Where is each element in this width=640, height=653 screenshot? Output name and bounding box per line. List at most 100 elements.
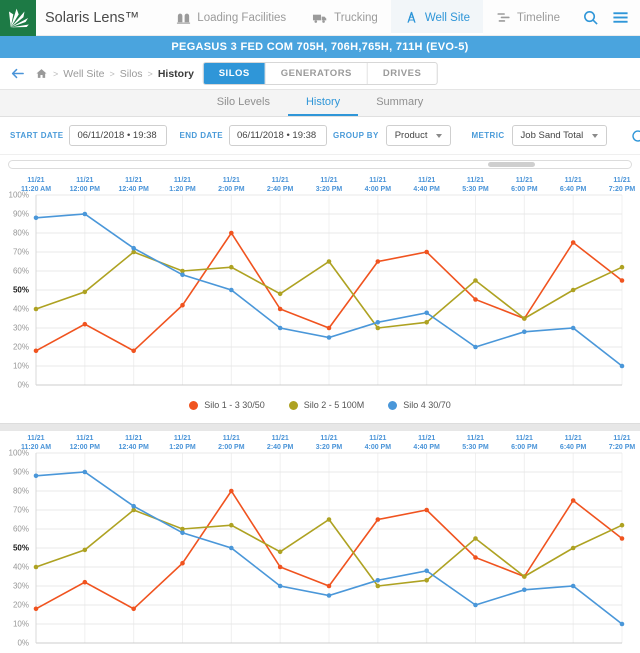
search-icon — [583, 11, 598, 25]
silo-history-chart-card: 11/21 11:20 AM 11/21 12:00 PM 11/21 12:40 PM 1… — [0, 173, 640, 423]
svg-text:11/21: 11/21 — [516, 177, 533, 184]
svg-text:3:20 PM: 3:20 PM — [316, 444, 343, 451]
breadcrumb-item-well-site[interactable]: Well Site — [63, 68, 104, 80]
metric-label: METRIC — [471, 131, 505, 140]
start-date-input[interactable] — [69, 125, 168, 146]
svg-text:11/21: 11/21 — [565, 435, 582, 442]
legend-dot — [288, 400, 298, 410]
refresh-icon — [632, 129, 640, 142]
svg-text:11/21: 11/21 — [125, 177, 142, 184]
section-tabs: SILOS GENERATORS DRIVES — [202, 62, 438, 85]
loading-facilities-icon — [177, 13, 191, 24]
tab-silos[interactable]: SILOS — [203, 63, 265, 84]
app-title: Solaris Lens™ — [45, 9, 140, 26]
svg-text:6:40 PM: 6:40 PM — [560, 444, 587, 451]
scrollbar-thumb[interactable] — [487, 161, 535, 167]
tab-generators[interactable]: GENERATORS — [264, 63, 367, 84]
breadcrumb-separator: > — [109, 68, 115, 79]
silos-subtabs: Silo Levels History Summary — [0, 90, 640, 117]
svg-text:40%: 40% — [13, 305, 29, 314]
subtab-history[interactable]: History — [287, 90, 359, 116]
filter-right-group: GROUP BY Product METRIC Job Sand Total — [333, 125, 640, 147]
svg-text:2:00 PM: 2:00 PM — [218, 444, 245, 451]
group-by-value: Product — [394, 130, 428, 141]
well-site-icon — [407, 11, 416, 23]
hamburger-menu-icon — [612, 12, 628, 23]
svg-text:11/21: 11/21 — [565, 177, 582, 184]
group-by-label: GROUP BY — [332, 131, 379, 140]
svg-text:11/21: 11/21 — [174, 435, 191, 442]
svg-text:11/21: 11/21 — [272, 435, 289, 442]
svg-text:11/21: 11/21 — [320, 177, 337, 184]
breadcrumb-item-silos[interactable]: Silos — [120, 68, 143, 80]
nav-loading-facilities[interactable]: Loading Facilities — [163, 0, 299, 35]
svg-text:60%: 60% — [13, 525, 29, 534]
legend-item[interactable]: Silo 4 30/70 — [388, 400, 451, 410]
nav-timeline[interactable]: Timeline — [483, 0, 573, 35]
svg-text:11/21: 11/21 — [613, 435, 630, 442]
svg-text:6:00 PM: 6:00 PM — [511, 186, 538, 193]
legend-label: Silo 4 30/70 — [403, 400, 451, 410]
svg-text:11/21: 11/21 — [369, 177, 386, 184]
svg-text:11/21: 11/21 — [76, 177, 93, 184]
svg-text:11/21: 11/21 — [27, 435, 44, 442]
svg-text:1:20 PM: 1:20 PM — [169, 444, 196, 451]
svg-text:11/21: 11/21 — [613, 177, 630, 184]
metric-select[interactable]: Job Sand Total — [511, 125, 608, 146]
end-date-input[interactable] — [228, 125, 327, 146]
svg-text:60%: 60% — [13, 267, 29, 276]
trucking-icon — [313, 14, 327, 23]
refresh-button[interactable] — [627, 125, 640, 147]
tab-drives[interactable]: DRIVES — [366, 63, 436, 84]
svg-text:11/21: 11/21 — [467, 177, 484, 184]
menu-button[interactable] — [606, 4, 634, 32]
svg-text:70%: 70% — [13, 506, 29, 515]
svg-text:12:40 PM: 12:40 PM — [118, 444, 149, 451]
breadcrumb: > Well Site > Silos > History — [35, 67, 194, 80]
svg-text:12:00 PM: 12:00 PM — [70, 186, 101, 193]
svg-text:70%: 70% — [13, 248, 29, 257]
agave-logo-icon — [8, 8, 29, 27]
app-logo[interactable] — [0, 0, 36, 36]
subtab-silo-levels[interactable]: Silo Levels — [199, 90, 288, 116]
svg-text:20%: 20% — [13, 343, 29, 352]
header-actions — [576, 4, 640, 32]
horizontal-scrollbar[interactable] — [8, 159, 632, 169]
breadcrumb-item-history: History — [157, 67, 194, 80]
svg-text:11/21: 11/21 — [516, 435, 533, 442]
search-button[interactable] — [576, 4, 604, 32]
svg-text:12:40 PM: 12:40 PM — [118, 186, 149, 193]
nav-label: Timeline — [517, 11, 561, 24]
svg-text:5:30 PM: 5:30 PM — [462, 186, 489, 193]
svg-text:11/21: 11/21 — [467, 435, 484, 442]
subtab-summary[interactable]: Summary — [358, 90, 441, 116]
svg-text:11/21: 11/21 — [320, 435, 337, 442]
back-arrow-icon — [11, 68, 24, 79]
timeline-icon — [497, 13, 510, 22]
svg-text:12:00 PM: 12:00 PM — [70, 444, 101, 451]
svg-text:4:40 PM: 4:40 PM — [413, 186, 440, 193]
nav-trucking[interactable]: Trucking — [299, 0, 391, 35]
svg-text:11/21: 11/21 — [27, 177, 44, 184]
chevron-down-icon — [436, 133, 443, 138]
svg-text:11/21: 11/21 — [418, 177, 435, 184]
legend-item[interactable]: Silo 1 - 3 30/50 — [189, 400, 265, 410]
svg-text:2:00 PM: 2:00 PM — [218, 186, 245, 193]
nav-label: Trucking — [334, 11, 378, 24]
group-by-select[interactable]: Product — [385, 125, 452, 146]
top-bar: Solaris Lens™ Loading Facilities Truckin… — [0, 0, 640, 36]
filter-bar: START DATE END DATE GROUP BY Product MET… — [0, 117, 640, 155]
svg-text:30%: 30% — [13, 582, 29, 591]
well-banner-title: PEGASUS 3 FED COM 705H, 706H,765H, 711H … — [171, 41, 469, 53]
nav-well-site[interactable]: Well Site — [390, 0, 483, 35]
svg-text:20%: 20% — [13, 601, 29, 610]
silo-history-chart-card-secondary: 11/21 11:20 AM 11/21 12:00 PM 11/21 12:40 PM 1… — [0, 431, 640, 653]
silo-history-chart: 11/21 11:20 AM 11/21 12:00 PM 11/21 12:40 PM 1… — [0, 173, 640, 391]
breadcrumb-bar: > Well Site > Silos > History SILOS GENE… — [0, 58, 640, 90]
svg-text:50%: 50% — [13, 286, 29, 295]
svg-text:3:20 PM: 3:20 PM — [316, 186, 343, 193]
home-icon[interactable] — [35, 67, 48, 80]
silo-history-chart-secondary: 11/21 11:20 AM 11/21 12:00 PM 11/21 12:40 PM 1… — [0, 431, 640, 649]
legend-item[interactable]: Silo 2 - 5 100M — [288, 400, 364, 410]
back-button[interactable] — [10, 66, 25, 81]
